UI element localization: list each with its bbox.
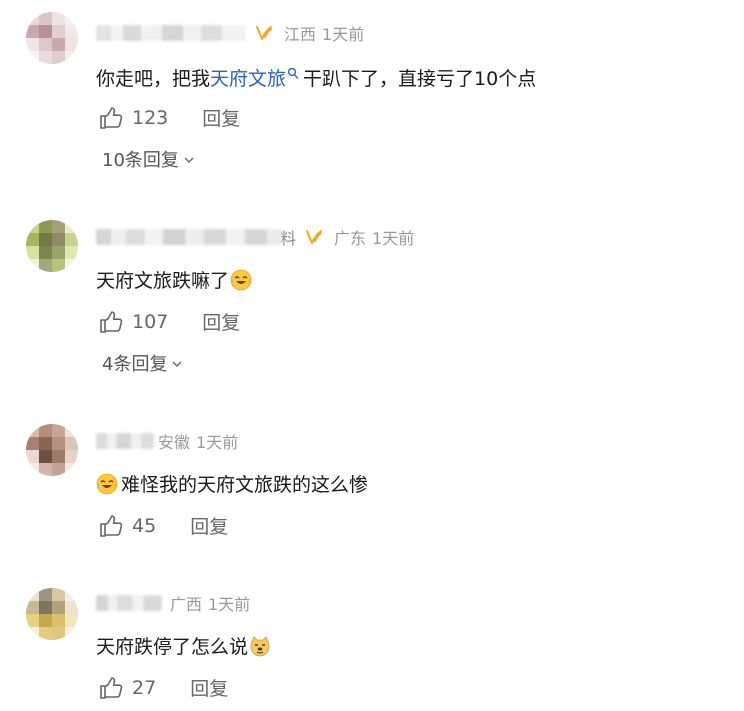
comment-item: 安徽 1天前 难怪我的天府文旅跌的这么惨 45 回复: [0, 420, 744, 560]
comment-text-part: 干趴下了，直接亏了10个点: [303, 68, 537, 90]
avatar[interactable]: [26, 588, 78, 640]
comment-text: 天府跌停了怎么说: [96, 632, 272, 659]
thumbs-up-icon: [98, 309, 124, 335]
thumbs-up-icon: [98, 105, 124, 131]
comment-location: 广东: [334, 229, 367, 248]
search-icon[interactable]: [287, 67, 299, 81]
vip-badge-icon: [254, 23, 274, 43]
comment-time: 1天前: [196, 433, 239, 452]
comment-actions: 123 回复: [98, 104, 240, 131]
reply-button[interactable]: 回复: [202, 308, 240, 335]
avatar[interactable]: [26, 424, 78, 476]
reply-button[interactable]: 回复: [190, 512, 228, 539]
like-button[interactable]: 123: [98, 105, 168, 131]
comment-text: 你走吧，把我 天府文旅 干趴下了，直接亏了10个点: [96, 64, 536, 91]
username-blurred[interactable]: [96, 229, 282, 245]
username-blurred[interactable]: [96, 25, 246, 41]
like-button[interactable]: 107: [98, 309, 168, 335]
comment-item: 料 广东 1天前 天府文旅跌嘛了 107 回复 4条回复: [0, 214, 744, 394]
chevron-down-icon: [171, 358, 183, 370]
comment-meta: 料 广东 1天前: [96, 224, 414, 250]
comment-text-part: 天府跌停了怎么说: [96, 636, 249, 658]
comment-text-part: 难怪我的天府文旅跌的这么惨: [121, 474, 369, 496]
comment-text-part: 天府文旅跌嘛了: [96, 270, 230, 292]
topic-link[interactable]: 天府文旅: [210, 64, 286, 91]
avatar[interactable]: [26, 12, 78, 64]
laugh-cry-emoji-icon: [230, 269, 252, 291]
comment-location: 广西: [170, 595, 203, 614]
avatar[interactable]: [26, 220, 78, 272]
username-tail: 料: [280, 229, 297, 248]
thumbs-up-icon: [98, 513, 124, 539]
doge-emoji-icon: [249, 635, 271, 657]
like-count: 123: [132, 106, 169, 129]
thumbs-up-icon: [98, 675, 124, 701]
comment-actions: 27 回复: [98, 674, 228, 701]
view-replies-link[interactable]: 10条回复: [102, 146, 195, 172]
like-count: 45: [132, 514, 157, 537]
comment-time: 1天前: [208, 595, 251, 614]
comment-meta: 安徽 1天前: [96, 428, 238, 454]
comment-meta: 江西 1天前: [96, 20, 364, 46]
laugh-cry-emoji-icon: [96, 473, 118, 495]
reply-button[interactable]: 回复: [202, 104, 240, 131]
reply-button[interactable]: 回复: [190, 674, 228, 701]
view-replies-link[interactable]: 4条回复: [102, 350, 183, 376]
comment-time: 1天前: [322, 25, 365, 44]
comment-actions: 107 回复: [98, 308, 240, 335]
chevron-down-icon: [183, 154, 195, 166]
comment-text-part: 你走吧，把我: [96, 68, 211, 90]
vip-badge-icon: [304, 227, 324, 247]
username-blurred[interactable]: [96, 595, 162, 611]
username-blurred[interactable]: [96, 433, 154, 449]
comment-time: 1天前: [372, 229, 415, 248]
replies-count-label: 10条回复: [102, 150, 179, 171]
comment-text: 难怪我的天府文旅跌的这么惨: [96, 470, 368, 497]
like-count: 107: [132, 310, 169, 333]
comment-item: 广西 1天前 天府跌停了怎么说 27 回复: [0, 584, 744, 711]
comment-location: 江西: [284, 25, 317, 44]
comment-meta: 广西 1天前: [96, 590, 250, 616]
comment-text: 天府文旅跌嘛了: [96, 266, 253, 293]
comment-actions: 45 回复: [98, 512, 228, 539]
like-count: 27: [132, 676, 157, 699]
comment-location: 安徽: [158, 433, 191, 452]
comment-item: 江西 1天前 你走吧，把我 天府文旅 干趴下了，直接亏了10个点 123 回复 …: [0, 8, 744, 188]
like-button[interactable]: 27: [98, 675, 156, 701]
like-button[interactable]: 45: [98, 513, 156, 539]
replies-count-label: 4条回复: [102, 354, 168, 375]
